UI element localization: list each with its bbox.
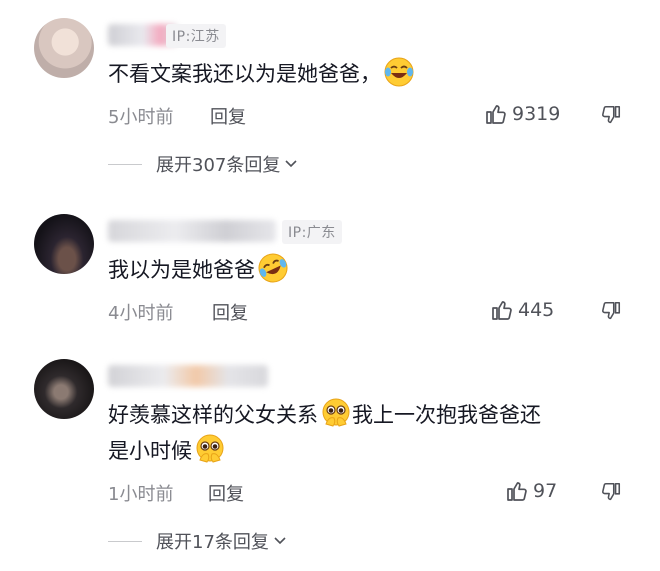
thumbs-down-icon[interactable] <box>600 104 622 126</box>
reply-button[interactable]: 回复 <box>210 103 246 129</box>
like-button[interactable]: 97 <box>505 479 557 503</box>
expand-replies-label: 展开17条回复 <box>156 532 269 553</box>
chevron-down-icon <box>274 537 286 545</box>
avatar[interactable] <box>34 214 94 274</box>
username-blurred[interactable] <box>108 220 276 242</box>
reply-button[interactable]: 回复 <box>208 480 244 506</box>
thumbs-down-icon[interactable] <box>600 300 622 322</box>
avatar[interactable] <box>34 18 94 78</box>
comment-1: IP:江苏 不看文案我还以为是她爸爸， 5小时前 回复 9319 展开307条回… <box>0 0 660 190</box>
expand-replies-button[interactable]: 展开17条回复 <box>108 528 289 554</box>
like-count: 445 <box>518 299 555 321</box>
pleading-hands-emoji <box>320 397 352 429</box>
comment-timestamp: 5小时前 <box>108 107 174 128</box>
comment-timestamp: 4小时前 <box>108 303 174 324</box>
divider-line <box>108 540 142 542</box>
comment-text: 不看文案我还以为是她爸爸， <box>108 56 415 92</box>
comment-3: 好羡慕这样的父女关系 我上一次抱我爸爸还 是小时候 1小时前 回复 97 展开17… <box>0 345 660 571</box>
username-blurred[interactable] <box>108 365 268 387</box>
avatar[interactable] <box>34 359 94 419</box>
thumbs-up-icon <box>484 102 508 126</box>
chevron-down-icon <box>285 160 297 168</box>
comment-2: IP:广东 我以为是她爸爸 4小时前 回复 445 <box>0 190 660 345</box>
like-button[interactable]: 445 <box>490 298 554 322</box>
thumbs-down-icon[interactable] <box>600 481 622 503</box>
divider-line <box>108 163 142 165</box>
comment-timestamp: 1小时前 <box>108 484 174 505</box>
comment-text: 我以为是她爸爸 <box>108 252 289 288</box>
rolling-laughing-emoji <box>252 247 295 290</box>
reply-button[interactable]: 回复 <box>212 299 248 325</box>
comment-text-line-1: 好羡慕这样的父女关系 我上一次抱我爸爸还 <box>108 397 541 433</box>
crying-laughing-emoji <box>383 56 415 88</box>
pleading-hands-emoji <box>194 433 226 465</box>
expand-replies-button[interactable]: 展开307条回复 <box>108 151 300 177</box>
ip-location-badge: IP:江苏 <box>166 24 226 48</box>
expand-replies-label: 展开307条回复 <box>156 155 281 176</box>
thumbs-up-icon <box>490 298 514 322</box>
thumbs-up-icon <box>505 479 529 503</box>
like-count: 9319 <box>512 103 561 125</box>
like-count: 97 <box>533 480 558 502</box>
like-button[interactable]: 9319 <box>484 102 560 126</box>
comment-text-line-2: 是小时候 <box>108 433 226 469</box>
ip-location-badge: IP:广东 <box>282 220 342 244</box>
